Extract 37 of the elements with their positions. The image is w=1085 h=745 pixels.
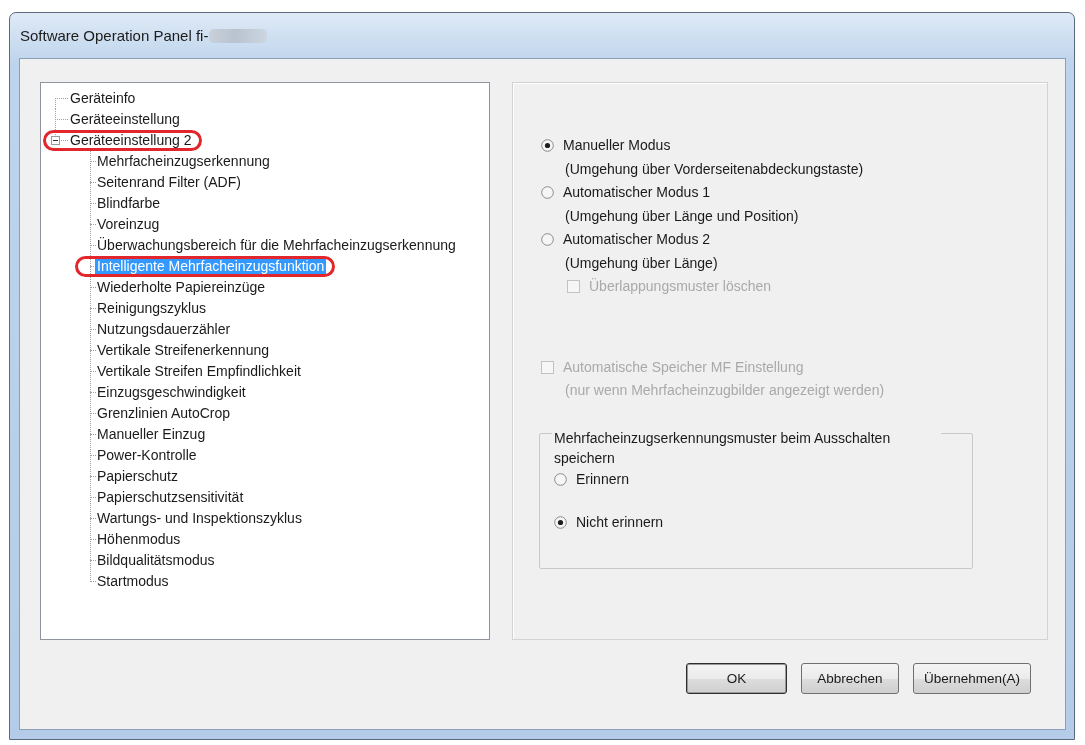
tree-item[interactable]: Vertikale Streifenerkennung bbox=[95, 343, 271, 358]
radio-button[interactable]: Automatischer Modus 2 bbox=[541, 228, 711, 252]
dialog-button[interactable]: Übernehmen(A) bbox=[912, 663, 1031, 694]
tree-item[interactable]: Papierschutzsensitivität bbox=[95, 490, 246, 505]
dialog-button[interactable]: Abbrechen bbox=[800, 663, 899, 694]
tree-item[interactable]: Geräteeinstellung 2 bbox=[68, 133, 194, 148]
minus-box-icon[interactable] bbox=[51, 136, 60, 145]
tree-item[interactable]: Power-Kontrolle bbox=[95, 448, 199, 463]
option-note: (Umgehung über Länge und Position) bbox=[565, 206, 799, 226]
tree-item[interactable]: Reinigungszyklus bbox=[95, 301, 208, 316]
radio-button[interactable]: Manueller Modus bbox=[541, 134, 671, 158]
tree-item[interactable]: Grenzlinien AutoCrop bbox=[95, 406, 233, 421]
tree-item[interactable]: Vertikale Streifen Empfindlichkeit bbox=[95, 364, 303, 379]
window-title: Software Operation Panel fi- bbox=[20, 27, 209, 44]
tree-item[interactable]: Voreinzug bbox=[95, 217, 162, 232]
dialog-button[interactable]: OK bbox=[685, 663, 787, 694]
tree-item[interactable]: Papierschutz bbox=[95, 469, 180, 484]
tree-item[interactable]: Geräteeinstellung bbox=[68, 112, 182, 127]
radio-button[interactable]: Erinnern bbox=[554, 467, 629, 491]
option-note: (Umgehung über Länge) bbox=[565, 253, 718, 273]
tree-item[interactable]: Seitenrand Filter (ADF) bbox=[95, 175, 243, 190]
tree-item[interactable]: Wiederholte Papiereinzüge bbox=[95, 280, 268, 295]
tree-item[interactable]: Nutzungsdauerzähler bbox=[95, 322, 233, 337]
radio-button[interactable]: Automatischer Modus 1 bbox=[541, 181, 711, 205]
tree-item[interactable]: Startmodus bbox=[95, 574, 171, 589]
tree-item[interactable]: Überwachungsbereich für die Mehrfacheinzugserkennung bbox=[95, 238, 458, 253]
option-note: (Umgehung über Vorderseitenabdeckungstaste) bbox=[565, 159, 864, 179]
tree-item[interactable]: Höhenmodus bbox=[95, 532, 183, 547]
radio-button[interactable]: Nicht erinnern bbox=[554, 510, 664, 534]
option-note: (nur wenn Mehrfacheinzugbilder angezeigt werden) bbox=[565, 381, 885, 400]
tree-item[interactable]: Einzugsgeschwindigkeit bbox=[95, 385, 248, 400]
tree-item[interactable]: Bildqualitätsmodus bbox=[95, 553, 217, 568]
tree-item[interactable]: Blindfarbe bbox=[95, 196, 163, 211]
tree-item[interactable]: Manueller Einzug bbox=[95, 427, 208, 442]
tree-item[interactable]: Geräteinfo bbox=[68, 91, 138, 106]
tree-item[interactable]: Mehrfacheinzugserkennung bbox=[95, 154, 272, 169]
tree-item[interactable]: Wartungs- und Inspektionszyklus bbox=[95, 511, 304, 526]
